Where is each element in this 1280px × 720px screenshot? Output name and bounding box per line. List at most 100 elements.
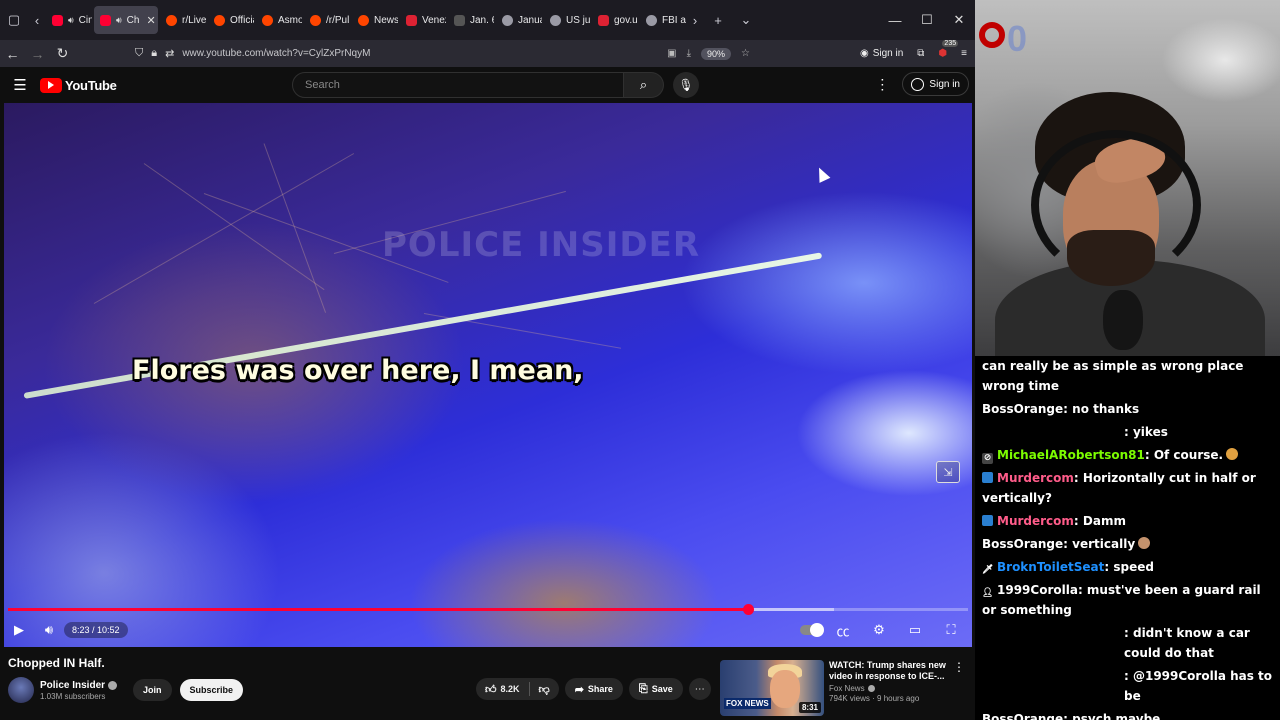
chat-username[interactable]: BroknToiletSeat — [997, 560, 1104, 574]
progress-bar[interactable] — [8, 604, 968, 615]
chat-username[interactable]: Murdercom — [997, 471, 1074, 485]
tab-label: Venez — [422, 14, 446, 26]
fullscreen-icon[interactable]: ⛶ — [936, 622, 966, 638]
new-tab-icon[interactable]: + — [704, 6, 732, 34]
browser-tab[interactable]: News — [352, 6, 398, 34]
search-input[interactable] — [292, 72, 624, 98]
browser-tab[interactable]: 🔊︎ Ch ✕ — [94, 6, 158, 34]
tabs-scroll-right-icon[interactable]: › — [686, 6, 704, 34]
browser-signin-button[interactable]: ◉ Sign in — [860, 48, 903, 59]
tabs-scroll-left-icon[interactable]: ‹ — [28, 6, 46, 34]
join-button[interactable]: Join — [133, 679, 172, 701]
search-button[interactable]: ⌕ — [624, 72, 664, 98]
tab-label: Januar — [518, 14, 542, 26]
captions-icon[interactable]: ㏄ — [828, 621, 858, 640]
browser-tab[interactable]: 🔊︎ Cinem — [46, 6, 92, 34]
browser-tab[interactable]: gov.u — [592, 6, 638, 34]
volume-icon[interactable]: 🔊︎ — [34, 622, 64, 638]
voice-search-button[interactable]: 🎙︎ — [673, 72, 699, 98]
maximize-icon[interactable]: ☐ — [911, 0, 943, 40]
miniplayer-icon[interactable]: ⇲ — [936, 461, 960, 483]
more-actions-icon[interactable]: ⋯ — [688, 678, 711, 700]
webcam-feed: 0 — [975, 0, 1280, 356]
browser-tab[interactable]: Venez — [400, 6, 446, 34]
close-window-icon[interactable]: ✕ — [943, 0, 975, 40]
tab-audio-icon[interactable]: 🔊︎ — [68, 15, 74, 26]
settings-kebab-icon[interactable]: ⋮ — [872, 76, 892, 93]
play-icon[interactable]: ▶ — [4, 622, 34, 638]
bookmark-star-icon[interactable]: ☆ — [741, 48, 750, 59]
browser-tab[interactable]: r/Live — [160, 6, 206, 34]
url-bar[interactable]: ⛉ 🔒︎ ⇄ www.youtube.com/watch?v=CylZxPrNq… — [135, 43, 750, 65]
shield-icon[interactable]: ⛉ — [135, 47, 143, 60]
tab-audio-icon[interactable]: 🔊︎ — [116, 15, 122, 26]
lock-icon[interactable]: 🔒︎ — [151, 47, 157, 60]
reload-icon[interactable]: ↻ — [50, 41, 75, 66]
subscribe-button[interactable]: Subscribe — [179, 679, 244, 701]
youtube-logo[interactable]: YouTube — [40, 77, 117, 93]
browser-tab[interactable]: Januar — [496, 6, 542, 34]
video-subtitle: Flores was over here, I mean, — [132, 355, 584, 386]
tab-overview-icon[interactable]: ▢ — [0, 6, 28, 34]
chat-message: : yikes — [982, 422, 1276, 442]
video-player[interactable]: POLICE INSIDER Flores was over here, I m… — [4, 103, 972, 647]
ublock-icon[interactable]: ⬢ 235 — [938, 40, 959, 59]
browser-tab[interactable]: Officia — [208, 6, 254, 34]
channel-name-link[interactable]: Police Insider — [40, 680, 118, 691]
chat-username[interactable]: BossOrange — [982, 712, 1063, 720]
share-label: Share — [587, 684, 613, 694]
autoplay-toggle[interactable] — [800, 623, 824, 637]
theater-mode-icon[interactable]: ▭ — [900, 622, 930, 638]
fox-news-logo: FOX NEWS — [724, 698, 771, 709]
dislike-button[interactable]: 👎︎ — [530, 678, 559, 700]
youtube-signin-button[interactable]: Sign in — [902, 72, 969, 96]
save-label: Save — [651, 684, 673, 694]
browser-tab[interactable]: Asmo — [256, 6, 302, 34]
recommended-channel[interactable]: Fox News — [829, 684, 865, 693]
chat-username[interactable]: 1999Corolla — [997, 583, 1078, 597]
chat-username[interactable]: BossOrange — [982, 537, 1063, 551]
minimize-icon[interactable]: — — [879, 0, 911, 40]
browser-tab[interactable]: Jan. 6 — [448, 6, 494, 34]
headset — [1031, 130, 1201, 280]
branch-decor — [263, 143, 327, 313]
favicon-icon — [550, 14, 561, 26]
picture-icon[interactable]: ▣ — [667, 48, 676, 59]
user-icon — [911, 77, 925, 91]
extensions-icon[interactable]: ⧉ — [917, 48, 924, 59]
like-button[interactable]: 👍︎ 8.2K — [476, 678, 529, 700]
tab-close-icon[interactable]: ✕ — [146, 14, 155, 27]
recommended-more-icon[interactable]: ⋮ — [953, 660, 965, 720]
chat-username[interactable]: MichaelARobertson81 — [997, 448, 1145, 462]
progress-scrubber[interactable] — [743, 604, 755, 615]
browser-tab[interactable]: /r/Pul — [304, 6, 350, 34]
url-text[interactable]: www.youtube.com/watch?v=CylZxPrNqyM — [182, 48, 370, 59]
recommended-thumbnail[interactable]: FOX NEWS 8:31 — [720, 660, 824, 716]
forward-icon[interactable]: → — [25, 41, 50, 66]
zoom-level[interactable]: 90% — [701, 47, 732, 60]
settings-gear-icon[interactable]: ⚙ — [864, 622, 894, 638]
recommended-title[interactable]: WATCH: Trump shares new video in respons… — [829, 660, 949, 682]
player-controls: ▶ 🔊︎ 8:23 / 10:52 ㏄ ⚙ ▭ ⛶ — [4, 617, 972, 643]
youtube-logo-text: YouTube — [65, 77, 117, 93]
mic-icon: 🎙︎ — [678, 78, 694, 92]
channel-avatar[interactable] — [8, 677, 34, 703]
favicon-icon — [214, 14, 225, 26]
favicon-icon — [52, 14, 63, 26]
share-button[interactable]: ➦ Share — [564, 678, 623, 700]
browser-tab[interactable]: US jus — [544, 6, 590, 34]
back-icon[interactable]: ← — [0, 41, 25, 66]
tab-list-chevron-icon[interactable]: ⌄ — [732, 6, 760, 34]
favicon-icon — [502, 14, 513, 26]
browser-tab[interactable]: FBI a — [640, 6, 686, 34]
chat-badge-icon — [982, 515, 993, 526]
permissions-icon[interactable]: ⇄ — [165, 47, 174, 60]
save-button[interactable]: ⎘ Save — [628, 678, 683, 700]
download-icon[interactable]: ⤓ — [687, 48, 691, 59]
recommended-video[interactable]: FOX NEWS 8:31 WATCH: Trump shares new vi… — [720, 660, 970, 720]
streamer-panel: 0 can really be as simple as wrong place… — [975, 0, 1280, 720]
chat-username[interactable]: Murdercom — [997, 514, 1074, 528]
chat-username[interactable]: BossOrange — [982, 402, 1063, 416]
guide-menu-icon[interactable]: ☰ — [0, 76, 40, 94]
menu-icon[interactable]: ≡ — [961, 48, 967, 59]
